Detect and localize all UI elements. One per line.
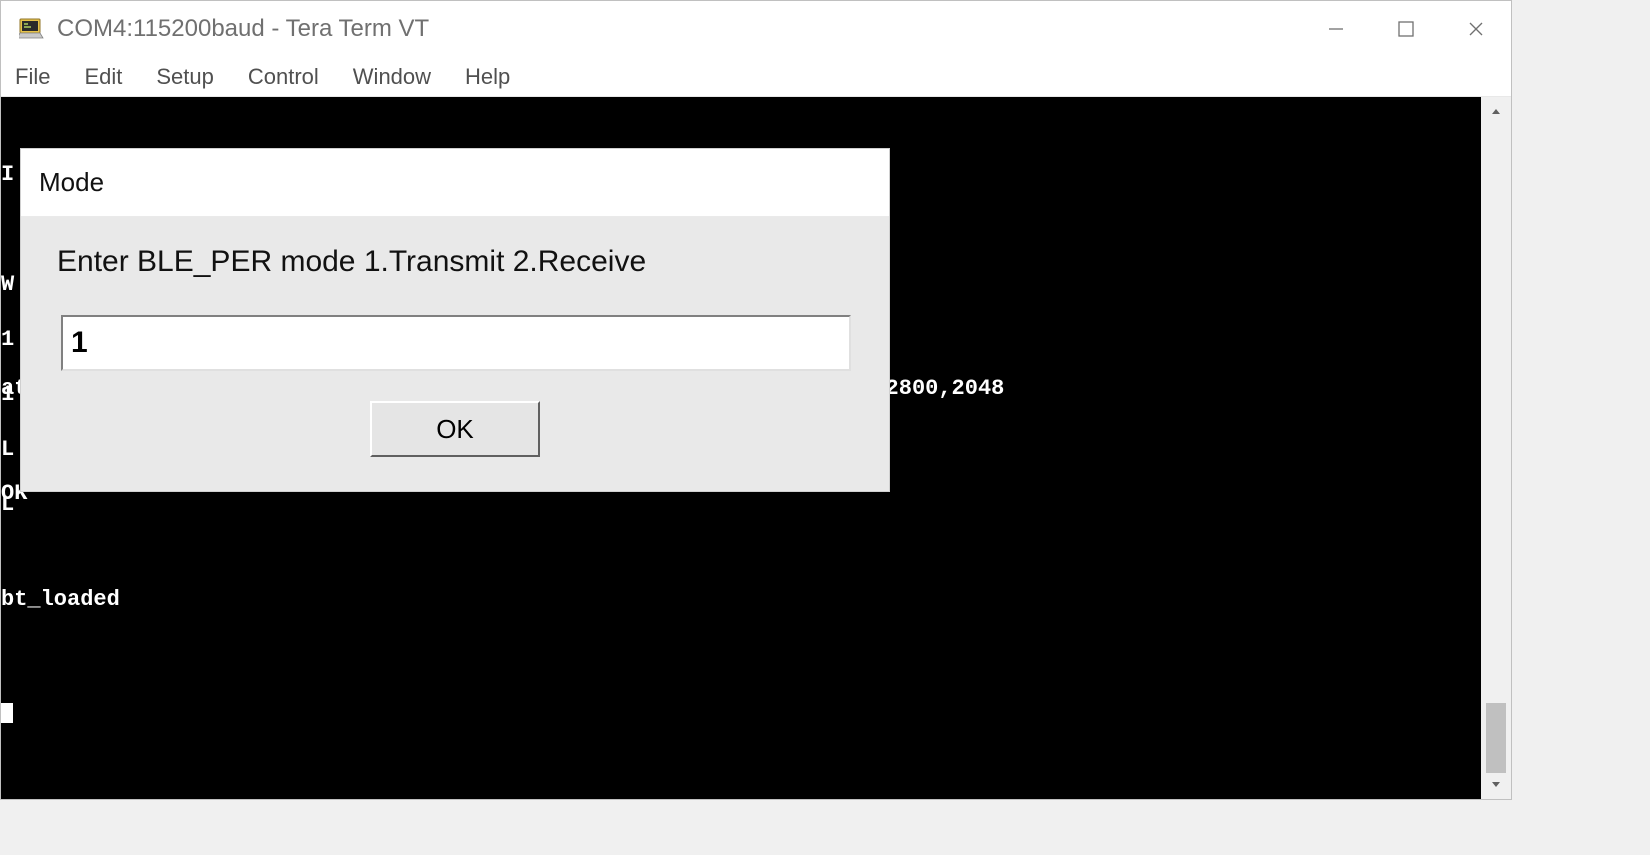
- scroll-up-arrow-icon[interactable]: [1481, 97, 1511, 127]
- scroll-down-arrow-icon[interactable]: [1481, 769, 1511, 799]
- maximize-button[interactable]: [1371, 1, 1441, 57]
- ok-button[interactable]: OK: [370, 401, 540, 457]
- menu-file[interactable]: File: [15, 64, 50, 90]
- mode-dialog: Mode Enter BLE_PER mode 1.Transmit 2.Rec…: [20, 148, 890, 492]
- scroll-thumb[interactable]: [1486, 703, 1506, 773]
- vertical-scrollbar[interactable]: [1481, 97, 1511, 799]
- close-button[interactable]: [1441, 1, 1511, 57]
- terminal-line: bt_loaded: [1, 582, 1004, 617]
- window-controls: [1301, 1, 1511, 57]
- menu-setup[interactable]: Setup: [156, 64, 214, 90]
- window-title: COM4:115200baud - Tera Term VT: [57, 15, 429, 43]
- terminal-cursor: [1, 703, 13, 723]
- dialog-body: Enter BLE_PER mode 1.Transmit 2.Receive …: [21, 217, 889, 491]
- mode-input[interactable]: [61, 315, 851, 371]
- scroll-track[interactable]: [1481, 127, 1511, 769]
- minimize-button[interactable]: [1301, 1, 1371, 57]
- menu-edit[interactable]: Edit: [84, 64, 122, 90]
- app-icon: [19, 16, 47, 42]
- titlebar: COM4:115200baud - Tera Term VT: [1, 1, 1511, 57]
- menu-help[interactable]: Help: [465, 64, 510, 90]
- menu-window[interactable]: Window: [353, 64, 431, 90]
- menu-control[interactable]: Control: [248, 64, 319, 90]
- dialog-prompt: Enter BLE_PER mode 1.Transmit 2.Receive: [57, 245, 853, 279]
- menubar: File Edit Setup Control Window Help: [1, 57, 1511, 97]
- dialog-title: Mode: [21, 149, 889, 217]
